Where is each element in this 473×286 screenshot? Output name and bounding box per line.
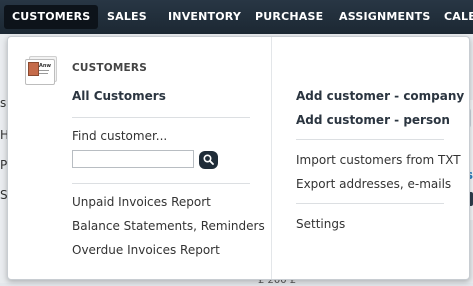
unpaid-invoices-report-link[interactable]: Unpaid Invoices Report [72, 195, 211, 209]
settings-link[interactable]: Settings [296, 217, 345, 231]
nav-tab-inventory[interactable]: INVENTORY [168, 0, 241, 34]
contact-card-icon-text: Anw [39, 63, 52, 69]
nav-tab-purchase[interactable]: PURCHASE [255, 0, 323, 34]
background-letter: s [0, 96, 7, 110]
balance-statements-link[interactable]: Balance Statements, Reminders [72, 219, 265, 233]
find-customer-input[interactable] [72, 150, 194, 168]
search-button[interactable] [199, 151, 218, 169]
column-divider [271, 37, 272, 279]
divider [72, 117, 250, 118]
import-customers-link[interactable]: Import customers from TXT [296, 153, 461, 167]
add-customer-person-link[interactable]: Add customer - person [296, 113, 450, 127]
customers-dropdown-menu: Anw CUSTOMERS All Customers Find custome… [7, 36, 470, 280]
add-customer-company-link[interactable]: Add customer - company [296, 89, 464, 103]
divider [296, 203, 444, 204]
menu-heading: CUSTOMERS [72, 62, 147, 74]
all-customers-link[interactable]: All Customers [72, 89, 166, 103]
top-navigation: CUSTOMERS SALES INVENTORY PURCHASE ASSIG… [0, 0, 473, 34]
export-addresses-link[interactable]: Export addresses, e-mails [296, 177, 451, 191]
nav-tab-customers[interactable]: CUSTOMERS [4, 5, 99, 29]
nav-tab-calendar[interactable]: CALE [444, 0, 473, 34]
nav-tab-assignments[interactable]: ASSIGNMENTS [339, 0, 430, 34]
nav-tab-sales[interactable]: SALES [107, 0, 147, 34]
overdue-invoices-report-link[interactable]: Overdue Invoices Report [72, 243, 220, 257]
find-customer-label: Find customer... [72, 129, 168, 143]
search-icon [203, 154, 214, 165]
divider [296, 139, 444, 140]
contact-card-icon: Anw [25, 56, 57, 85]
divider [72, 183, 250, 184]
